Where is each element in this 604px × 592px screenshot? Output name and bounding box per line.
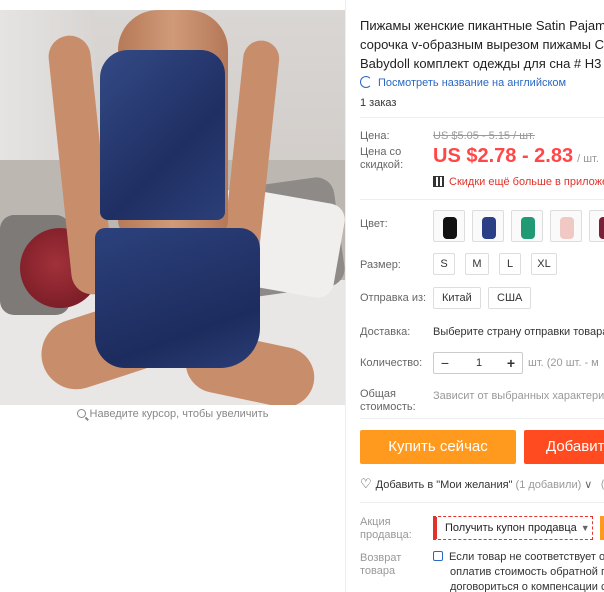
quantity-stepper: − 1 + xyxy=(433,352,523,374)
seller-coupon-dropdown[interactable]: Получить купон продавца ▼ xyxy=(433,516,593,540)
ship-from-label: Отправка из: xyxy=(360,292,427,304)
product-info: Пижамы женские пикантные Satin Pajam сор… xyxy=(345,0,604,592)
coupon-side-tab xyxy=(600,516,604,540)
color-option[interactable] xyxy=(433,210,465,242)
divider xyxy=(360,502,604,503)
size-option-m[interactable]: M xyxy=(465,253,489,275)
color-option[interactable] xyxy=(472,210,504,242)
translate-icon xyxy=(360,76,372,88)
quantity-label: Количество: xyxy=(360,357,423,369)
decrease-button[interactable]: − xyxy=(434,353,456,373)
chevron-down-icon[interactable]: ∨ xyxy=(584,479,592,491)
return-policy: Если товар не соответствует оп оплатив с… xyxy=(433,550,604,592)
discount-price-label: Цена со скидкой: xyxy=(360,146,404,171)
share-icon[interactable]: ⟨ xyxy=(600,479,604,491)
size-option-l[interactable]: L xyxy=(499,253,521,275)
product-title: Пижамы женские пикантные Satin Pajam сор… xyxy=(360,18,604,71)
quantity-input[interactable]: 1 xyxy=(456,353,502,373)
dropdown-arrow-icon: ▼ xyxy=(580,523,590,533)
ship-from-china[interactable]: Китай xyxy=(433,287,481,309)
add-to-cart-button[interactable]: Добавит xyxy=(524,430,604,464)
buy-now-button[interactable]: Купить сейчас xyxy=(360,430,516,464)
size-label: Размер: xyxy=(360,259,401,271)
increase-button[interactable]: + xyxy=(500,353,522,373)
discount-price: US $2.78 - 2.83/ шт. xyxy=(433,145,599,167)
product-main-image[interactable] xyxy=(0,10,345,405)
divider xyxy=(360,418,604,419)
return-policy-icon xyxy=(433,551,443,561)
color-option[interactable] xyxy=(550,210,582,242)
stock-info: шт. (20 шт. - м xyxy=(528,357,599,369)
color-label: Цвет: xyxy=(360,218,388,230)
ship-from-usa[interactable]: США xyxy=(488,287,532,309)
divider xyxy=(360,117,604,118)
size-option-xl[interactable]: XL xyxy=(531,253,557,275)
delivery-note: Выберите страну отправки товара xyxy=(433,326,604,338)
total-note: Зависит от выбранных характери xyxy=(433,390,604,402)
magnifier-icon xyxy=(76,409,86,418)
old-price: US $5.05 - 5.15 / шт. xyxy=(433,130,535,142)
return-label: Возврат товара xyxy=(360,552,402,577)
wishlist-count: (1 добавили) xyxy=(515,479,582,491)
divider xyxy=(360,199,604,200)
total-label: Общая стоимость: xyxy=(360,388,416,413)
heart-icon: ♡ xyxy=(360,476,372,491)
zoom-hint: Наведите курсор, чтобы увеличить xyxy=(0,408,345,420)
color-option[interactable] xyxy=(511,210,543,242)
price-label: Цена: xyxy=(360,130,390,142)
color-option[interactable] xyxy=(589,210,604,242)
size-option-s[interactable]: S xyxy=(433,253,455,275)
qr-code-icon xyxy=(433,176,444,187)
translate-link[interactable]: Посмотреть название на английском xyxy=(360,76,566,89)
delivery-label: Доставка: xyxy=(360,326,411,338)
orders-count: 1 заказ xyxy=(360,97,397,109)
product-gallery: Наведите курсор, чтобы увеличить xyxy=(0,0,345,592)
seller-promo-label: Акция продавца: xyxy=(360,516,412,541)
app-discount-link[interactable]: Скидки ещё больше в приложе xyxy=(433,176,604,188)
wishlist-link[interactable]: ♡Добавить в "Мои желания" (1 добавили)∨⟨ xyxy=(360,476,604,492)
